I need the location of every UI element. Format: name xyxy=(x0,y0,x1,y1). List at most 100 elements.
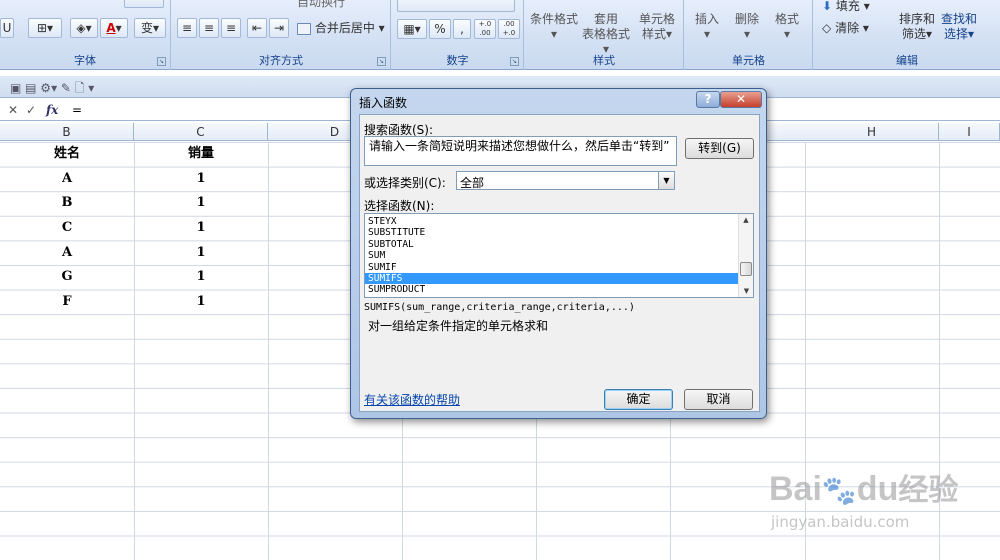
table-row-name[interactable]: B xyxy=(0,191,134,215)
delete-cells-button[interactable]: 删除 ▾ xyxy=(727,12,767,42)
delete-label: 删除 xyxy=(734,12,759,26)
table-row-name[interactable]: A xyxy=(0,167,134,191)
table-row-sales[interactable]: 1 xyxy=(134,265,268,289)
cells-group: 插入 ▾ 删除 ▾ 格式 ▾ 单元格 xyxy=(685,0,813,70)
increase-indent-button[interactable]: ⇥ xyxy=(269,18,289,38)
font-color-button[interactable]: A▾ xyxy=(100,18,128,38)
table-row-sales[interactable]: 1 xyxy=(134,290,268,314)
watermark-url: jingyan.baidu.com xyxy=(771,513,910,531)
table-row-sales[interactable]: 1 xyxy=(134,216,268,240)
select-function-label: 选择函数(N): xyxy=(364,199,435,213)
function-description: 对一组给定条件指定的单元格求和 xyxy=(368,319,549,333)
paw-icon: 🐾 xyxy=(821,475,857,506)
wrap-text-label: 自动换行 xyxy=(297,0,346,9)
number-dialog-launcher[interactable]: ↘ xyxy=(510,57,519,66)
list-scrollbar[interactable]: ▲ ▼ xyxy=(738,214,753,297)
insert-function-icon[interactable]: fx xyxy=(46,103,58,117)
table-row-name[interactable]: A xyxy=(0,241,134,265)
align-left-button[interactable]: ≡ xyxy=(177,18,197,38)
list-item[interactable]: SUBSTITUTE xyxy=(365,227,739,238)
help-button[interactable]: ? xyxy=(696,91,720,108)
increase-decimal-button[interactable]: +.0 .00 xyxy=(474,19,496,39)
list-item[interactable]: SUBTOTAL xyxy=(365,239,739,250)
alignment-dialog-launcher[interactable]: ↘ xyxy=(377,57,386,66)
align-center-button[interactable]: ≡ xyxy=(199,18,219,38)
column-header-i[interactable]: I xyxy=(939,123,1000,141)
close-button[interactable]: ✕ xyxy=(720,91,762,108)
fill-button[interactable]: ⬇ 填充 ▾ xyxy=(822,0,870,14)
watermark-brand2: du xyxy=(856,470,899,508)
sort-label1: 排序和 xyxy=(898,12,935,26)
underline-button[interactable]: U xyxy=(0,18,14,38)
list-item-selected[interactable]: SUMIFS xyxy=(365,272,739,285)
table-row-name[interactable]: G xyxy=(0,265,134,289)
find-label1: 查找和 xyxy=(940,12,977,26)
decrease-decimal-button[interactable]: .00 +.0 xyxy=(498,19,520,39)
function-syntax: SUMIFS(sum_range,criteria_range,criteria… xyxy=(364,302,635,313)
table-row-sales[interactable]: 1 xyxy=(134,241,268,265)
table-row-sales[interactable]: 1 xyxy=(134,167,268,191)
number-format-select[interactable] xyxy=(397,0,515,12)
align-right-button[interactable]: ≡ xyxy=(221,18,241,38)
function-list[interactable]: STEYX SUBSTITUTE SUBTOTAL SUM SUMIF SUMI… xyxy=(364,213,754,298)
sort-filter-button[interactable]: 排序和 筛选▾ xyxy=(896,12,938,42)
function-help-link[interactable]: 有关该函数的帮助 xyxy=(364,391,460,408)
list-item[interactable]: STEYX xyxy=(365,216,739,227)
font-color-icon: A xyxy=(106,21,116,35)
format-as-table-button[interactable]: 套用 表格格式▾ xyxy=(580,12,632,57)
header-name-cell[interactable]: 姓名 xyxy=(0,142,134,166)
cancel-formula-icon[interactable]: ✕ xyxy=(8,103,18,117)
format-cells-button[interactable]: 格式 ▾ xyxy=(767,12,807,42)
formula-input[interactable]: = xyxy=(72,103,82,117)
table-row-name[interactable]: C xyxy=(0,216,134,240)
table-format-label1: 套用 xyxy=(593,12,618,26)
percent-button[interactable]: % xyxy=(429,19,451,39)
category-select[interactable]: 全部 ▼ xyxy=(456,171,675,190)
column-header-h[interactable]: H xyxy=(805,123,939,141)
scroll-down-icon[interactable]: ▼ xyxy=(739,285,753,297)
enter-formula-icon[interactable]: ✓ xyxy=(26,103,36,117)
decrease-indent-button[interactable]: ⇤ xyxy=(247,18,267,38)
list-item[interactable]: SUMPRODUCT xyxy=(365,284,739,295)
list-item[interactable]: SUM xyxy=(365,250,739,261)
number-group: ▦▾ % , +.0 .00 .00 +.0 数字 ↘ xyxy=(392,0,524,70)
ribbon: U ⊞▾ ◈▾ A▾ 变▾ 字体 ↘ ≡ ≡ ≡ ⇤ ⇥ 自动换行 合并后居中 … xyxy=(0,0,1000,70)
table-row-name[interactable]: F xyxy=(0,290,134,314)
go-button[interactable]: 转到(G) xyxy=(685,138,754,159)
dialog-body: 搜索函数(S): 请输入一条简短说明来描述您想做什么，然后单击“转到” 转到(G… xyxy=(359,114,760,412)
font-dialog-launcher[interactable]: ↘ xyxy=(157,57,166,66)
phonetic-button[interactable]: 变▾ xyxy=(134,18,166,38)
font-size-up-button[interactable] xyxy=(124,0,164,8)
currency-button[interactable]: ▦▾ xyxy=(397,19,427,39)
list-item[interactable]: SUMIF xyxy=(365,262,739,273)
cancel-button[interactable]: 取消 xyxy=(684,389,753,410)
format-label: 格式 xyxy=(774,12,799,26)
table-row-sales[interactable]: 1 xyxy=(134,191,268,215)
toolbar-icons[interactable]: ▣ ▤ ⚙▾ ✎ 🗋 ▾ xyxy=(10,79,94,100)
styles-group-label: 样式 xyxy=(593,54,615,67)
scrollbar-thumb[interactable] xyxy=(740,262,752,276)
column-header-c[interactable]: C xyxy=(134,123,268,141)
find-select-button[interactable]: 查找和 选择▾ xyxy=(938,12,980,42)
clear-button[interactable]: ◇ 清除 ▾ xyxy=(822,20,869,36)
search-input[interactable]: 请输入一条简短说明来描述您想做什么，然后单击“转到” xyxy=(364,136,677,166)
ok-button[interactable]: 确定 xyxy=(604,389,673,410)
editing-group: ⬇ 填充 ▾ ◇ 清除 ▾ 排序和 筛选▾ 查找和 选择▾ 编辑 xyxy=(814,0,1000,70)
watermark-brand3: 经验 xyxy=(898,474,959,507)
wrap-text-button[interactable]: 自动换行 xyxy=(297,0,345,10)
border-button[interactable]: ⊞▾ xyxy=(28,18,62,38)
fill-color-button[interactable]: ◈▾ xyxy=(70,18,98,38)
chevron-down-icon[interactable]: ▼ xyxy=(658,172,674,189)
header-sales-cell[interactable]: 销量 xyxy=(134,142,268,166)
cells-group-label: 单元格 xyxy=(732,54,765,67)
conditional-format-button[interactable]: 条件格式 ▾ xyxy=(527,12,581,42)
clear-label: 清除 xyxy=(835,21,860,35)
font-group-label: 字体 xyxy=(74,54,96,67)
cell-styles-button[interactable]: 单元格 样式▾ xyxy=(633,12,681,42)
merge-center-button[interactable]: 合并后居中 ▾ xyxy=(297,20,385,36)
insert-cells-button[interactable]: 插入 ▾ xyxy=(687,12,727,42)
column-header-b[interactable]: B xyxy=(0,123,134,141)
scroll-up-icon[interactable]: ▲ xyxy=(739,214,753,226)
comma-button[interactable]: , xyxy=(453,19,471,39)
baidu-watermark: Bai🐾du经验 jingyan.baidu.com xyxy=(765,455,1000,560)
